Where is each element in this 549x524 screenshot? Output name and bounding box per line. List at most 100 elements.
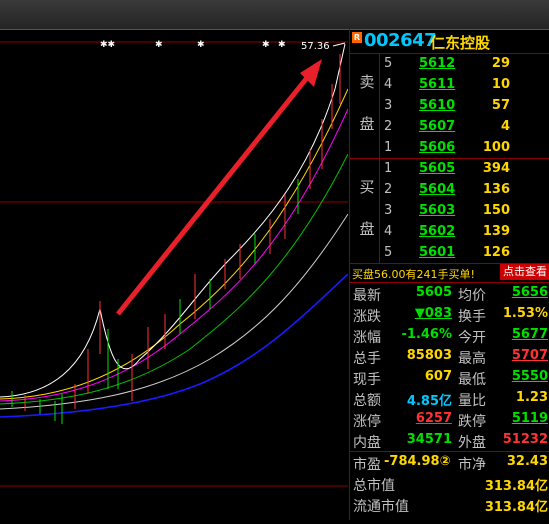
- buy-row-4[interactable]: 4 5602 139: [350, 221, 549, 242]
- buy-book: 买 盘 1 5605 394 2 5604 136 3 5603 150 4 5…: [350, 158, 549, 263]
- pe-value: -784.98②: [384, 454, 451, 469]
- stat-label: 量比: [458, 393, 486, 409]
- sell-qty: 10: [491, 77, 510, 92]
- stat-label: 总手: [353, 351, 381, 367]
- ma-60-line: [0, 153, 349, 405]
- stats-row: 内盘 34571 外盘 51232: [350, 430, 549, 451]
- sell-qty: 100: [482, 140, 510, 155]
- stats-row: 总手 85803 最高 5707: [350, 346, 549, 367]
- top-toolbar: [0, 0, 549, 30]
- sell-row-1[interactable]: 1 5606 100: [350, 137, 549, 158]
- buy-price[interactable]: 5604: [419, 182, 455, 197]
- sell-price[interactable]: 5606: [419, 140, 455, 155]
- buy-row-1[interactable]: 1 5605 394: [350, 158, 549, 179]
- stats-row: 总额 4.85亿 量比 1.23: [350, 388, 549, 409]
- stats-row: 最新 5605 均价 5656: [350, 283, 549, 304]
- stat-label: 涨跌: [353, 309, 381, 325]
- stat-value: 85803: [406, 348, 452, 363]
- buy-qty: 136: [482, 182, 510, 197]
- stat-label: 涨幅: [353, 330, 381, 346]
- quote-panel: R 002647 仁东控股 卖 盘 5 5612 29 4 5611 10 3 …: [349, 29, 549, 520]
- ma-20-line: [0, 108, 349, 402]
- stock-name[interactable]: 仁东控股: [430, 32, 490, 53]
- stat-value: 1.53%: [502, 306, 548, 321]
- valuation-table: 市盈 -784.98② 市净 32.43 总市值 313.84亿 流通市值 31…: [350, 452, 549, 520]
- buy-price[interactable]: 5605: [419, 161, 455, 176]
- sell-qty: 4: [500, 119, 510, 134]
- sell-price[interactable]: 5607: [419, 119, 455, 134]
- stat-value: 34571: [406, 432, 452, 447]
- pe-row: 市盈 -784.98② 市净 32.43: [350, 452, 549, 473]
- stat-value: 5605: [415, 285, 452, 300]
- view-details-button[interactable]: 点击查看: [500, 264, 549, 280]
- stock-code[interactable]: 002647: [364, 30, 437, 51]
- stat-label: 外盘: [458, 435, 486, 451]
- buy-price[interactable]: 5602: [419, 224, 455, 239]
- stat-label: 今开: [458, 330, 486, 346]
- stat-value: 6257: [415, 411, 452, 426]
- stat-value: ▼083: [414, 306, 452, 321]
- sell-row-2[interactable]: 2 5607 4: [350, 116, 549, 137]
- svg-text:✱: ✱: [155, 40, 163, 50]
- valuation-label: 流通市值: [353, 499, 409, 515]
- stat-value: 5656: [511, 285, 548, 300]
- buy-qty: 394: [482, 161, 510, 176]
- buy-row-3[interactable]: 3 5603 150: [350, 200, 549, 221]
- sell-price[interactable]: 5612: [419, 56, 455, 71]
- buy-qty: 126: [482, 245, 510, 260]
- sell-qty: 29: [491, 56, 510, 71]
- svg-text:✱: ✱: [278, 40, 286, 50]
- sell-row-5[interactable]: 5 5612 29: [350, 53, 549, 74]
- sell-row-3[interactable]: 3 5610 57: [350, 95, 549, 116]
- stat-label: 涨停: [353, 414, 381, 430]
- svg-text:✱: ✱: [197, 40, 205, 50]
- buy-row-5[interactable]: 5 5601 126: [350, 242, 549, 263]
- buy-price[interactable]: 5601: [419, 245, 455, 260]
- stat-label: 最高: [458, 351, 486, 367]
- valuation-label: 市净: [458, 457, 486, 473]
- kline-chart[interactable]: ✱✱ ✱ ✱ ✱ ✱ 57.36: [0, 29, 349, 520]
- buy-qty: 150: [482, 203, 510, 218]
- mcap-value: 313.84亿: [484, 479, 548, 494]
- float-mcap-value: 313.84亿: [484, 500, 548, 515]
- stat-label: 换手: [458, 309, 486, 325]
- stats-row: 涨停 6257 跌停 5119: [350, 409, 549, 430]
- stat-value: -1.46%: [401, 327, 453, 342]
- alert-text: 买盘56.00有241手买单!: [352, 268, 475, 281]
- sell-price[interactable]: 5610: [419, 98, 455, 113]
- stat-value: 5119: [511, 411, 548, 426]
- svg-text:✱✱: ✱✱: [100, 40, 115, 50]
- stat-value: 51232: [502, 432, 548, 447]
- stat-value: 5677: [511, 327, 548, 342]
- stat-label: 现手: [353, 372, 381, 388]
- large-order-alert: 买盘56.00有241手买单! 点击查看: [350, 263, 549, 282]
- stat-value: 5707: [511, 348, 548, 363]
- stats-row: 涨跌 ▼083 换手 1.53%: [350, 304, 549, 325]
- trend-arrow: [116, 72, 312, 316]
- mcap-row: 总市值 313.84亿: [350, 473, 549, 494]
- sell-qty: 57: [491, 98, 510, 113]
- buy-row-2[interactable]: 2 5604 136: [350, 179, 549, 200]
- valuation-label: 市盈: [353, 457, 381, 473]
- stats-table: 最新 5605 均价 5656 涨跌 ▼083 换手 1.53% 涨幅 -1.46% 今开…: [350, 283, 549, 451]
- stat-label: 总额: [353, 393, 381, 409]
- stat-label: 均价: [458, 288, 486, 304]
- high-price-label: 57.36: [301, 41, 330, 52]
- stat-label: 最低: [458, 372, 486, 388]
- float-mcap-row: 流通市值 313.84亿: [350, 494, 549, 515]
- sell-row-4[interactable]: 4 5611 10: [350, 74, 549, 95]
- buy-qty: 139: [482, 224, 510, 239]
- stat-value: 5550: [511, 369, 548, 384]
- stats-row: 涨幅 -1.46% 今开 5677: [350, 325, 549, 346]
- valuation-label: 总市值: [353, 478, 395, 494]
- stat-label: 内盘: [353, 435, 381, 451]
- sell-price[interactable]: 5611: [419, 77, 455, 92]
- stat-value: 607: [424, 369, 452, 384]
- sell-book: 卖 盘 5 5612 29 4 5611 10 3 5610 57 2 5607…: [350, 53, 549, 158]
- stats-row: 现手 607 最低 5550: [350, 367, 549, 388]
- buy-price[interactable]: 5603: [419, 203, 455, 218]
- stat-value: 1.23: [515, 390, 548, 405]
- svg-text:✱: ✱: [262, 40, 270, 50]
- pb-value: 32.43: [506, 454, 548, 469]
- stat-value: 4.85亿: [406, 394, 452, 409]
